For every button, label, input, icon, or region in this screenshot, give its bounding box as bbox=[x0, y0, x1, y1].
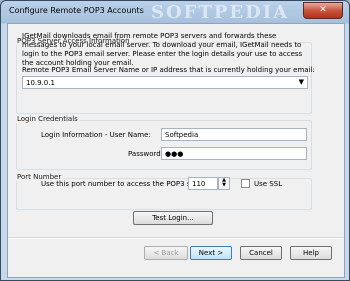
softpedia-watermark: SOFTPEDIA bbox=[151, 2, 290, 23]
password-label: Password: bbox=[128, 150, 164, 158]
button-separator bbox=[8, 237, 344, 239]
spin-down-icon[interactable]: ▼ bbox=[219, 183, 229, 188]
port-input[interactable]: 110 bbox=[188, 177, 218, 190]
chevron-down-icon[interactable]: ▼ bbox=[299, 78, 304, 86]
dialog-client-area: POP3 Server Access Information IGetMail … bbox=[7, 23, 345, 278]
port-label: Use this port number to access the POP3 … bbox=[41, 180, 212, 188]
username-input[interactable]: Softpedia bbox=[161, 128, 307, 141]
server-combobox[interactable]: 10.9.0.1 ▼ bbox=[22, 76, 308, 89]
use-ssl-checkbox[interactable] bbox=[241, 179, 250, 188]
dialog-window: Configure Remote POP3 Accounts SOFTPEDIA… bbox=[0, 0, 350, 281]
next-button[interactable]: Next > bbox=[190, 246, 232, 260]
use-ssl-label[interactable]: Use SSL bbox=[254, 180, 282, 188]
server-value: 10.9.0.1 bbox=[26, 79, 55, 87]
back-button[interactable]: < Back bbox=[144, 246, 188, 260]
username-label: Login Information - User Name: bbox=[41, 131, 151, 139]
close-button[interactable]: ✕ bbox=[303, 2, 343, 19]
server-field-label: Remote POP3 Email Server Name or IP addr… bbox=[22, 66, 315, 74]
login-credentials-group-label: Login Credentials bbox=[15, 115, 80, 123]
window-title: Configure Remote POP3 Accounts bbox=[9, 6, 144, 15]
cancel-button[interactable]: Cancel bbox=[240, 246, 282, 260]
password-input[interactable]: ●●● bbox=[161, 147, 307, 160]
port-spinner[interactable]: ▲ ▼ bbox=[218, 177, 230, 190]
description-text: IGetMail downloads email from remote POP… bbox=[22, 32, 303, 67]
help-button[interactable]: Help bbox=[290, 246, 332, 260]
test-login-button[interactable]: Test Login... bbox=[133, 211, 213, 225]
title-bar[interactable]: Configure Remote POP3 Accounts SOFTPEDIA… bbox=[1, 1, 349, 23]
